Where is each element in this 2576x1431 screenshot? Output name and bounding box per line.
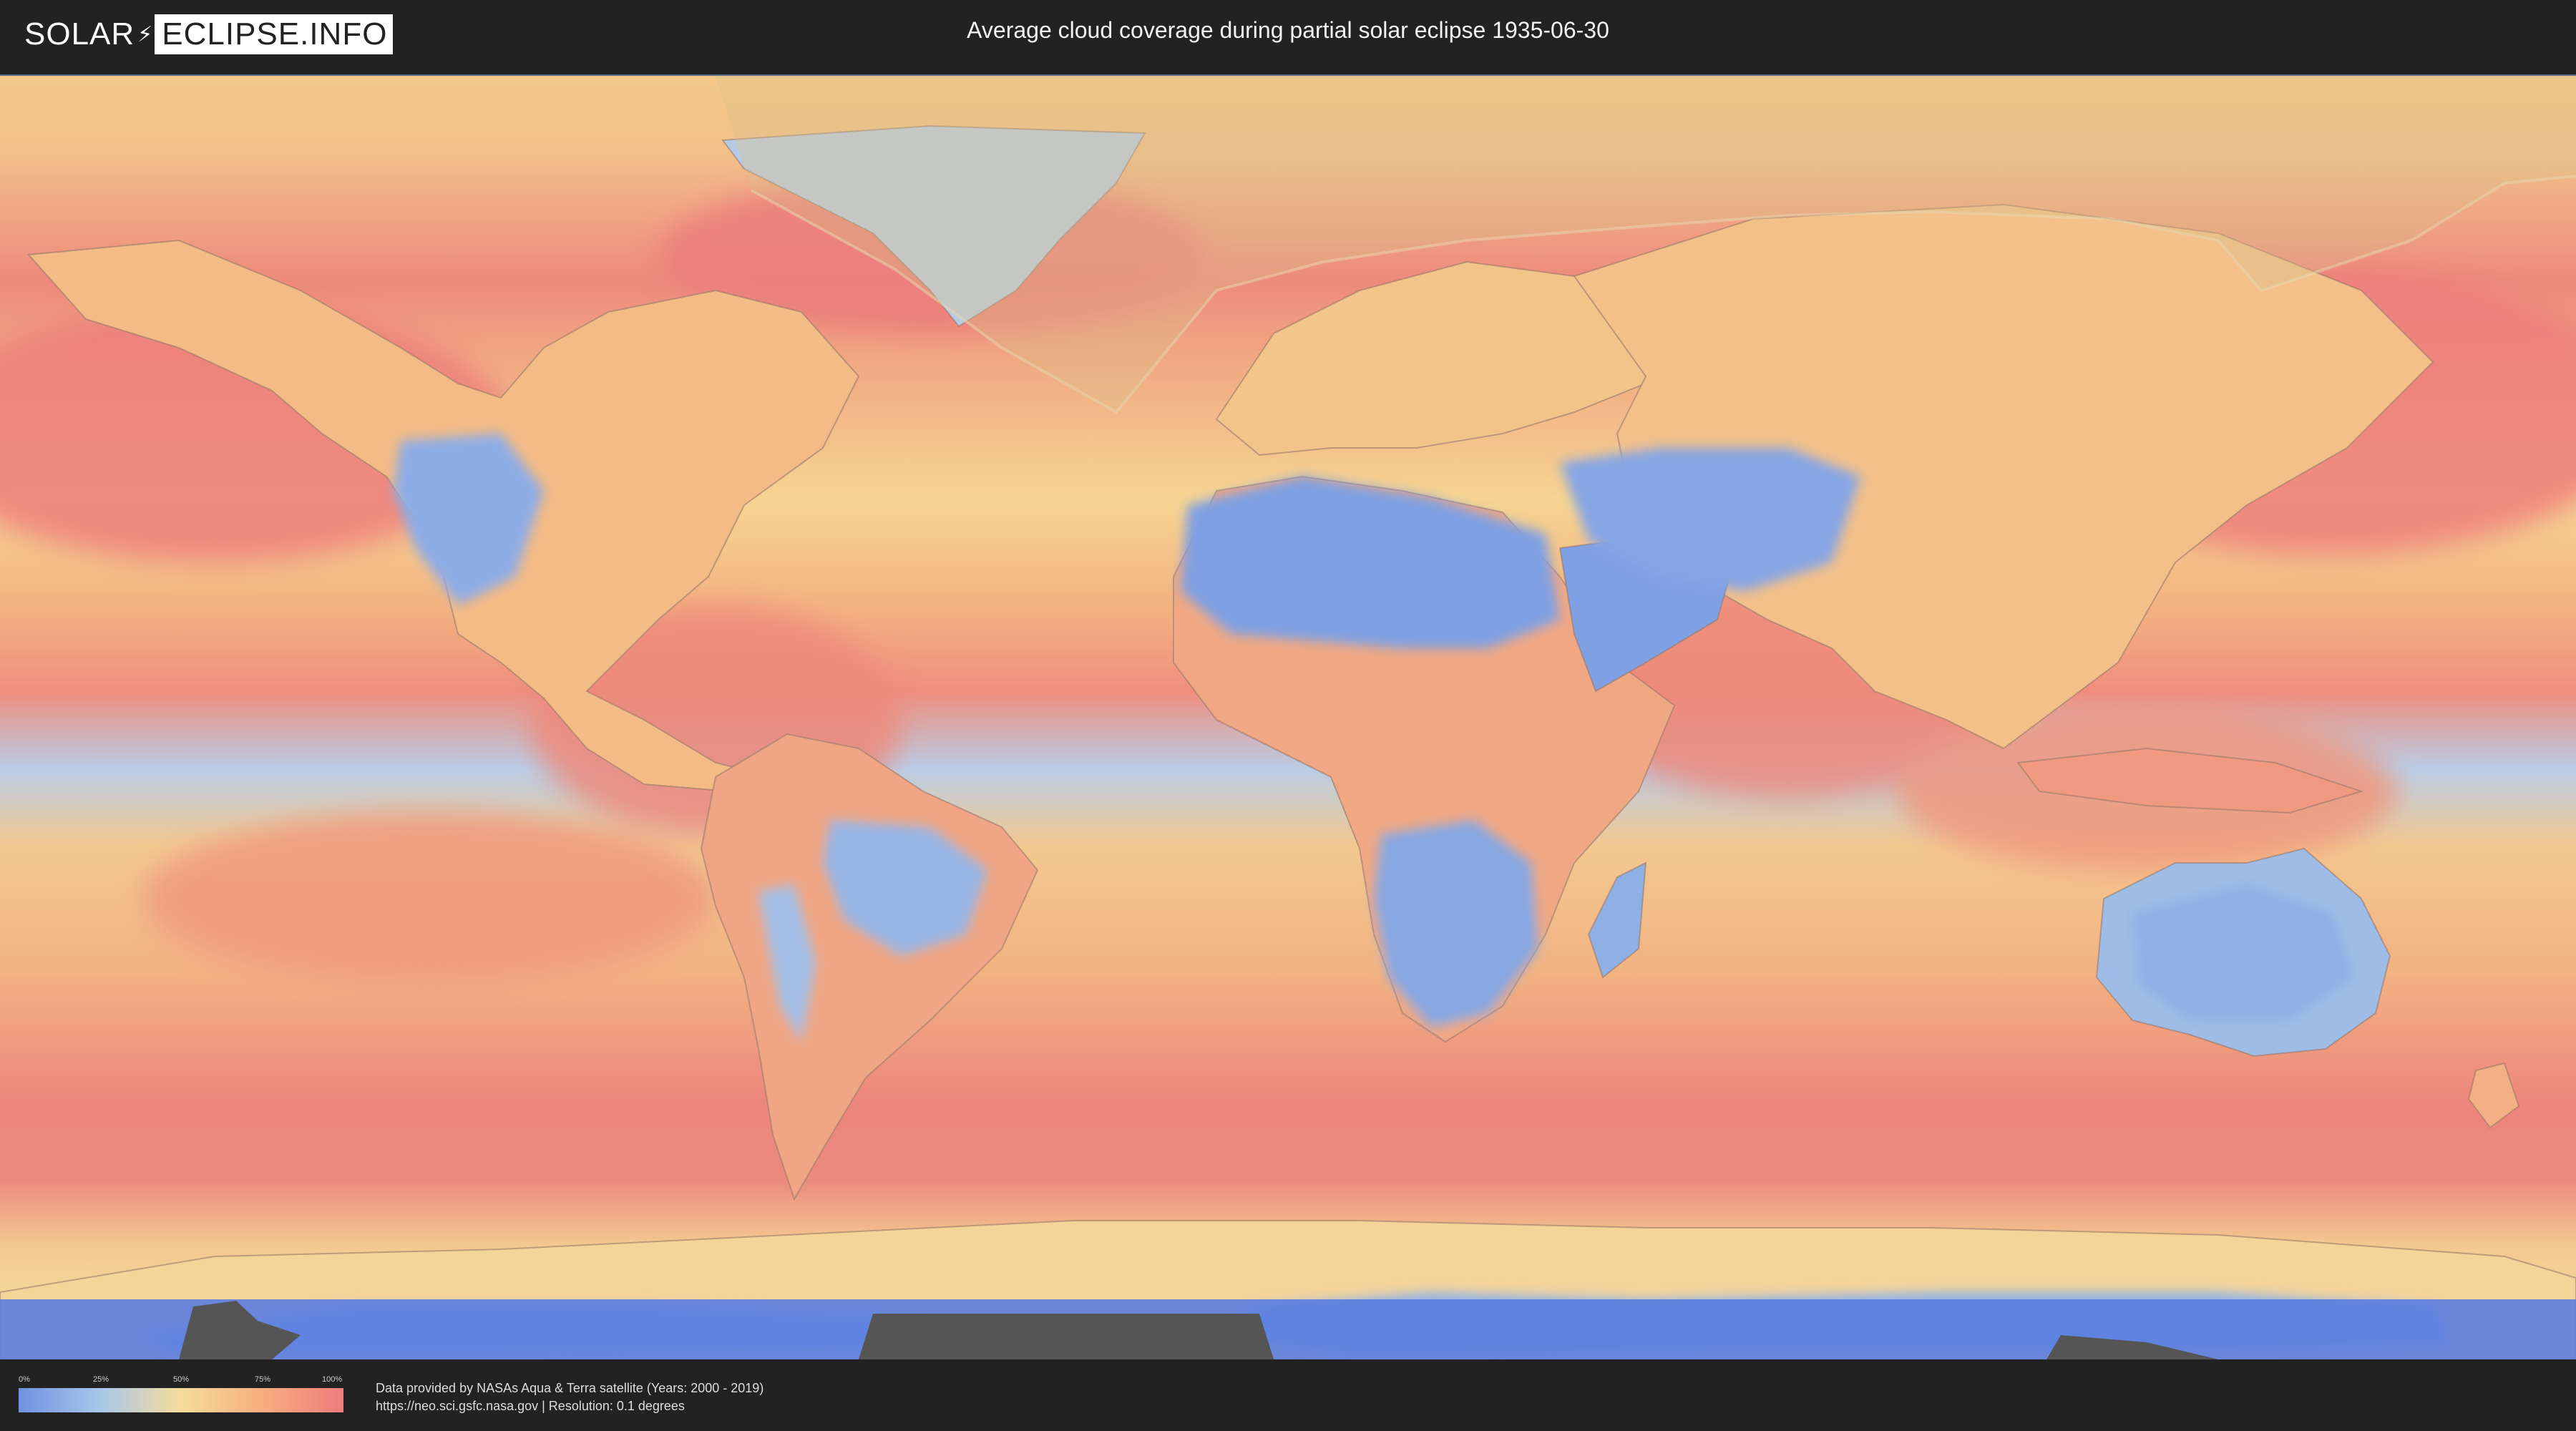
unlit-region-center: [859, 1314, 1274, 1359]
footer-bar: 0% 25% 50% 75% 100% Data provided by NAS…: [0, 1359, 2576, 1431]
page-title: Average cloud coverage during partial so…: [967, 17, 1609, 43]
legend-tick-50: 50%: [173, 1375, 190, 1384]
legend-tick-75: 75%: [255, 1375, 271, 1384]
legend-tick-0: 0%: [19, 1375, 30, 1384]
legend-tick-100: 100%: [322, 1375, 343, 1384]
data-credits: Data provided by NASAs Aqua & Terra sate…: [376, 1379, 763, 1415]
southern-polar-band: [0, 1299, 2576, 1359]
credits-source: Data provided by NASAs Aqua & Terra sate…: [376, 1381, 764, 1395]
legend-tick-labels: 0% 25% 50% 75% 100%: [19, 1375, 343, 1385]
header-bar: SOLAR ⚡ ECLIPSE.INFO Average cloud cover…: [0, 0, 2576, 72]
map-container[interactable]: [0, 74, 2576, 1359]
credits-url[interactable]: https://neo.sci.gsfc.nasa.gov | Resoluti…: [376, 1397, 763, 1415]
world-map[interactable]: [0, 76, 2576, 1359]
legend-color-scale: [19, 1388, 343, 1412]
legend-tick-25: 25%: [93, 1375, 109, 1384]
